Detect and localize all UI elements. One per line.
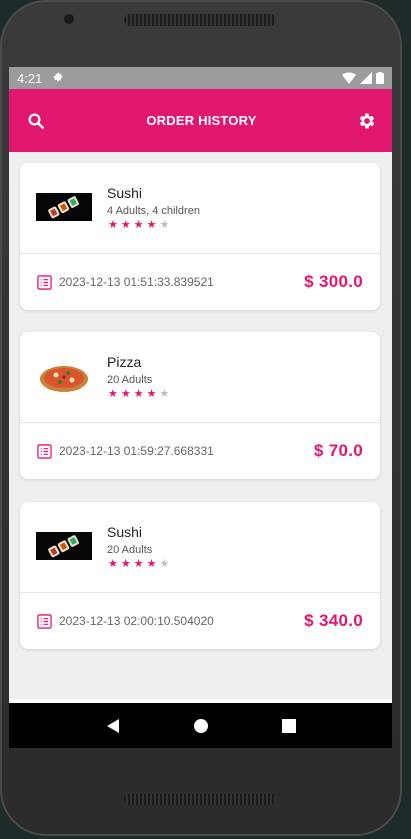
status-bar: 4:21: [9, 67, 392, 89]
page-title: ORDER HISTORY: [146, 113, 257, 128]
star-empty-icon: ★: [159, 558, 170, 570]
settings-gear-icon[interactable]: [356, 110, 378, 132]
star-filled-icon: ★: [133, 219, 144, 231]
order-card[interactable]: Sushi 20 Adults ★ ★ ★ ★ ★ 2023-12-13 02:…: [20, 502, 380, 649]
star-filled-icon: ★: [133, 388, 144, 400]
sushi-image: [36, 193, 92, 221]
status-time: 4:21: [17, 70, 43, 86]
order-guests: 20 Adults: [107, 544, 153, 556]
order-date: 2023-12-13 01:59:27.668331: [59, 444, 214, 458]
back-icon[interactable]: [105, 718, 121, 734]
star-empty-icon: ★: [159, 219, 170, 231]
rating-stars: ★ ★ ★ ★ ★: [108, 558, 169, 570]
order-price: $ 340.0: [304, 611, 363, 630]
app-bar: ORDER HISTORY: [9, 89, 392, 152]
bottom-speaker: [124, 793, 276, 805]
star-filled-icon: ★: [108, 558, 118, 570]
order-date: 2023-12-13 01:51:33.839521: [59, 275, 214, 289]
star-filled-icon: ★: [108, 388, 118, 400]
order-name: Sushi: [107, 185, 143, 201]
order-guests: 20 Adults: [107, 374, 153, 386]
star-filled-icon: ★: [146, 388, 157, 400]
recents-icon[interactable]: [281, 718, 296, 733]
receipt-icon: [37, 274, 52, 290]
order-card[interactable]: Sushi 4 Adults, 4 children ★ ★ ★ ★ ★ 202…: [20, 163, 380, 310]
pizza-image: [40, 366, 88, 392]
signal-icon: [360, 72, 372, 84]
receipt-icon: [37, 613, 52, 629]
star-filled-icon: ★: [146, 219, 157, 231]
star-filled-icon: ★: [146, 558, 157, 570]
home-icon[interactable]: [193, 718, 209, 734]
star-filled-icon: ★: [133, 558, 144, 570]
camera: [64, 14, 74, 24]
star-empty-icon: ★: [159, 388, 170, 400]
system-navigation-bar: [9, 703, 392, 748]
app-screen: 4:21 ORDER HISTORY Sushi 4 Adults, 4 chi…: [9, 67, 392, 748]
wifi-icon: [342, 72, 356, 84]
rating-stars: ★ ★ ★ ★ ★: [108, 219, 169, 231]
star-filled-icon: ★: [120, 558, 131, 570]
battery-icon: [376, 72, 384, 84]
order-guests: 4 Adults, 4 children: [107, 205, 200, 217]
order-name: Pizza: [107, 354, 142, 370]
status-icons: [342, 72, 384, 84]
order-price: $ 300.0: [304, 272, 363, 291]
gear-status-icon: [52, 71, 64, 86]
order-card[interactable]: Pizza 20 Adults ★ ★ ★ ★ ★ 2023-12-13 01:…: [20, 332, 380, 479]
rating-stars: ★ ★ ★ ★ ★: [108, 388, 169, 400]
order-name: Sushi: [107, 524, 143, 540]
top-speaker: [124, 14, 276, 26]
sushi-image: [36, 532, 92, 560]
star-filled-icon: ★: [120, 388, 131, 400]
order-price: $ 70.0: [313, 441, 363, 460]
star-filled-icon: ★: [120, 219, 131, 231]
search-icon[interactable]: [25, 110, 47, 132]
order-list[interactable]: Sushi 4 Adults, 4 children ★ ★ ★ ★ ★ 202…: [9, 152, 392, 698]
order-date: 2023-12-13 02:00:10.504020: [59, 614, 214, 628]
star-filled-icon: ★: [108, 219, 118, 231]
receipt-icon: [37, 443, 52, 459]
